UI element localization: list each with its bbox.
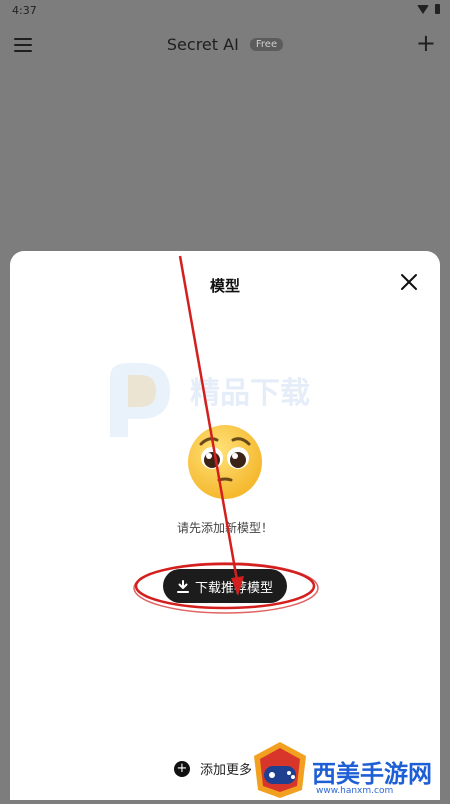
empty-hint-text: 请先添加新模型！ bbox=[176, 521, 273, 535]
app-title-group: Secret AI Free bbox=[0, 34, 450, 54]
add-circle-icon: + bbox=[174, 760, 190, 777]
wifi-icon bbox=[417, 4, 429, 14]
corner-watermark-url: www.hanxm.com bbox=[316, 786, 394, 796]
status-time: 4:37 bbox=[12, 4, 37, 17]
corner-watermark-text: 西美手游网 bbox=[312, 760, 432, 788]
sheet-title: 模型 bbox=[209, 277, 240, 295]
free-badge: Free bbox=[249, 38, 284, 51]
battery-icon bbox=[435, 4, 440, 14]
app-bar: Secret AI Free + bbox=[0, 22, 450, 66]
model-bottom-sheet: 模型 精品下载 请先添加新模型！ 下载推荐模型 + 添加更多 bbox=[10, 251, 440, 800]
download-button-label: 下载推荐模型 bbox=[194, 580, 273, 596]
add-more-button[interactable]: + 添加更多 bbox=[174, 759, 252, 778]
add-more-label: 添加更多 bbox=[200, 763, 253, 778]
watermark-text: 精品下载 bbox=[190, 376, 310, 411]
download-icon bbox=[176, 579, 189, 593]
download-recommended-model-button[interactable]: 下载推荐模型 bbox=[163, 569, 287, 603]
status-icons bbox=[417, 4, 440, 14]
plus-icon[interactable]: + bbox=[416, 31, 436, 55]
pleading-face-emoji bbox=[188, 425, 262, 499]
gamepad-icon bbox=[254, 742, 306, 798]
status-bar: 4:37 bbox=[0, 0, 450, 22]
app-title: Secret AI bbox=[166, 35, 239, 54]
close-icon[interactable] bbox=[400, 273, 418, 291]
